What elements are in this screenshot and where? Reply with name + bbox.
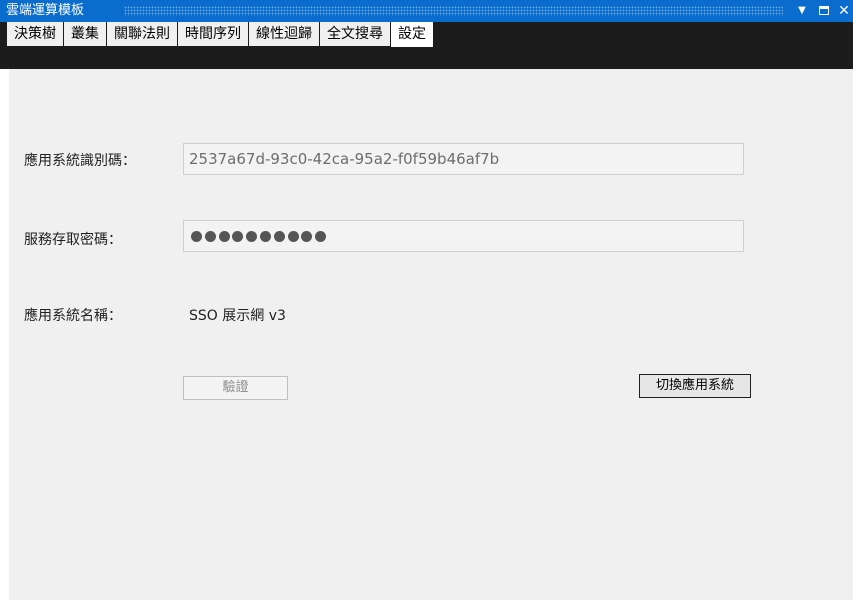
tab-strip: 決策樹 叢集 關聯法則 時間序列 線性迴歸 全文搜尋 設定 — [0, 22, 853, 69]
tab-0[interactable]: 決策樹 — [7, 22, 63, 46]
password-field[interactable] — [183, 220, 744, 252]
password-mask-dot — [246, 231, 258, 242]
tab-4[interactable]: 線性迴歸 — [249, 22, 319, 46]
settings-panel: 應用系統識別碼： 2537a67d-93c0-42ca-95a2-f0f59b4… — [9, 69, 853, 600]
app-name-label: 應用系統名稱： — [24, 308, 122, 324]
password-mask-dot — [287, 231, 299, 242]
password-label: 服務存取密碼： — [24, 232, 122, 248]
password-mask-dot — [301, 231, 313, 242]
tab-6[interactable]: 設定 — [391, 22, 433, 47]
tab-3[interactable]: 時間序列 — [178, 22, 248, 46]
password-mask-dot — [273, 231, 285, 242]
tab-1[interactable]: 叢集 — [64, 22, 106, 46]
password-mask-dot — [232, 231, 244, 242]
password-mask-dot — [315, 231, 327, 242]
window-title: 雲端運算模板 — [6, 3, 85, 18]
maximize-icon[interactable] — [816, 3, 832, 19]
verify-button: 驗證 — [183, 376, 288, 400]
password-mask-dot — [218, 231, 230, 242]
password-mask-dot — [259, 231, 271, 242]
password-mask-dot — [191, 231, 202, 242]
tab-2[interactable]: 關聯法則 — [107, 22, 177, 46]
app-name-value: SSO 展示網 v3 — [189, 308, 286, 324]
title-bar[interactable]: 雲端運算模板 ▼ ✕ — [0, 0, 853, 22]
chevron-down-icon[interactable]: ▼ — [794, 3, 810, 19]
tab-list: 決策樹 叢集 關聯法則 時間序列 線性迴歸 全文搜尋 設定 — [7, 22, 434, 69]
app-id-label: 應用系統識別碼： — [24, 153, 136, 169]
switch-app-button[interactable]: 切換應用系統 — [639, 374, 751, 398]
password-mask — [191, 231, 329, 242]
password-mask-dot — [204, 231, 216, 242]
app-window: 雲端運算模板 ▼ ✕ 決策樹 叢集 關聯法則 時間序列 線性迴歸 全文搜尋 設定 應用系統識… — [0, 0, 853, 600]
app-id-field[interactable]: 2537a67d-93c0-42ca-95a2-f0f59b46af7b — [183, 143, 744, 175]
close-icon[interactable]: ✕ — [836, 3, 852, 19]
tab-5[interactable]: 全文搜尋 — [320, 22, 390, 46]
title-bar-grip — [124, 6, 783, 16]
